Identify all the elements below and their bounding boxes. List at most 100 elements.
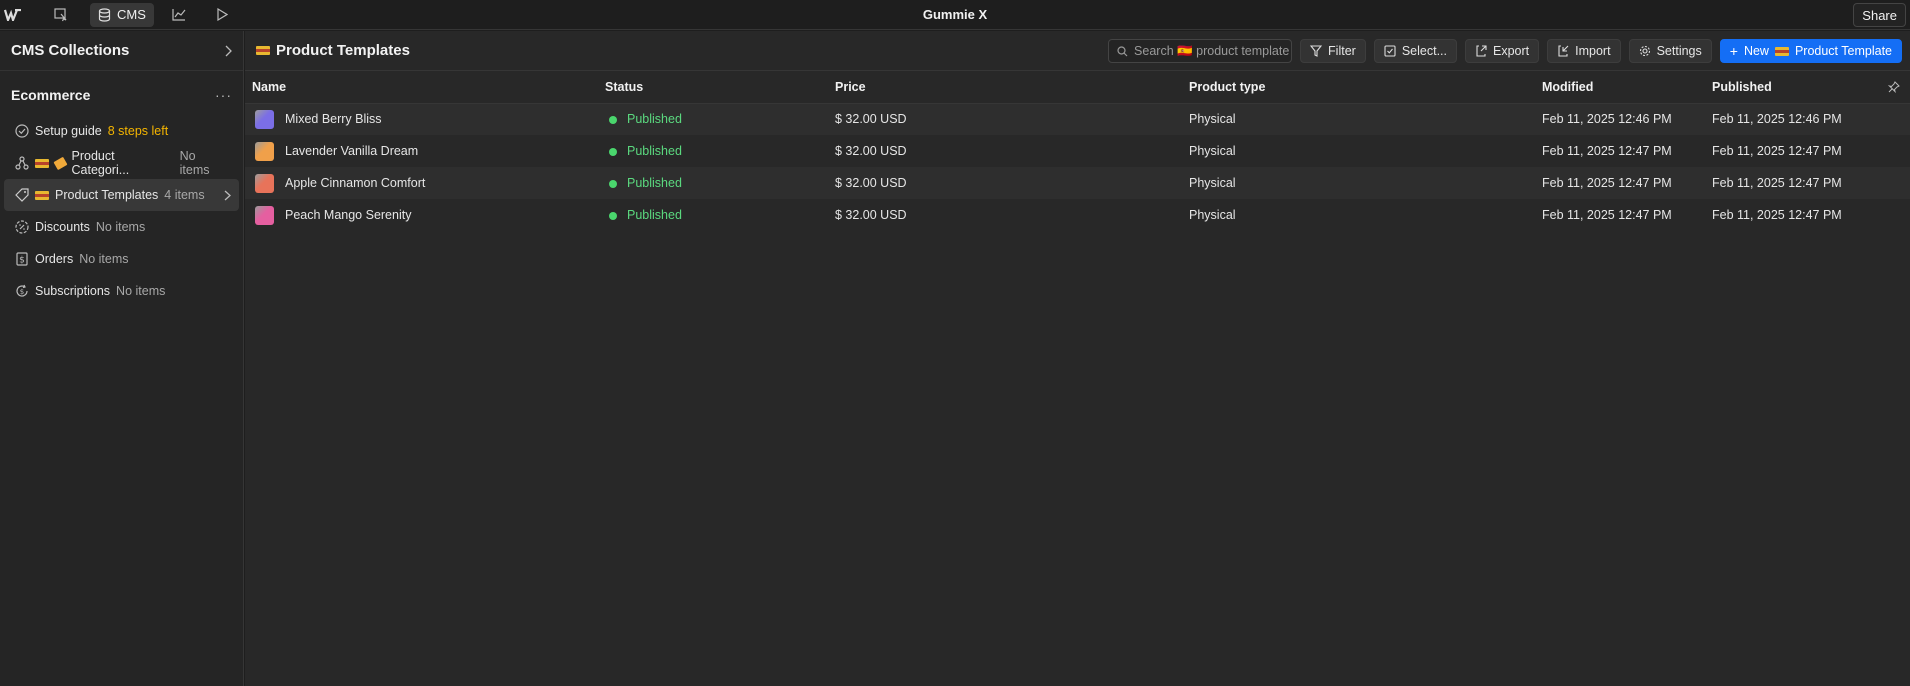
product-thumbnail (255, 205, 274, 225)
flag-emoji-icon (1774, 46, 1789, 56)
column-header-modified[interactable]: Modified (1535, 71, 1705, 104)
tag-icon (15, 188, 29, 202)
cms-collections-header[interactable]: CMS Collections (0, 31, 243, 71)
sidebar-item-label: Discounts (35, 220, 90, 234)
sidebar-item-label: Orders (35, 252, 74, 266)
cms-tab[interactable]: CMS (90, 2, 154, 27)
item-count: No items (95, 220, 146, 234)
import-label: Import (1575, 44, 1611, 58)
product-thumbnail (255, 173, 274, 193)
cell-product-type: Physical (1182, 199, 1535, 231)
cell-status: Published (598, 199, 828, 231)
search-placeholder: Search 🇪🇸 product template (1134, 43, 1290, 58)
sidebar-item-discounts[interactable]: Discounts No items (4, 211, 239, 243)
import-icon (1557, 45, 1569, 57)
new-product-template-button[interactable]: + New Product Template (1719, 39, 1902, 63)
plus-icon: + (1729, 43, 1738, 59)
cell-price: $ 32.00 USD (828, 199, 1182, 231)
table-row[interactable]: Apple Cinnamon Comfort Published $ 32.00 U… (245, 167, 1910, 199)
cell-product-type: Physical (1182, 167, 1535, 199)
status-badge: Published (627, 144, 682, 158)
flag-emoji-icon (35, 190, 49, 200)
column-header-price[interactable]: Price (828, 71, 1182, 104)
svg-text:$: $ (19, 256, 25, 266)
table-row[interactable]: Mixed Berry Bliss Published $ 32.00 USD Phy… (245, 103, 1910, 135)
cms-sidebar: CMS Collections Ecommerce ··· Setup guid… (0, 31, 244, 686)
published-header-label: Published (1712, 79, 1772, 94)
analytics-button[interactable] (164, 3, 194, 27)
search-input[interactable]: Search 🇪🇸 product template (1108, 39, 1293, 63)
discount-badge-icon (15, 220, 29, 234)
pin-icon[interactable] (1888, 81, 1900, 93)
chevron-right-icon[interactable] (224, 45, 232, 57)
sidebar-item-orders[interactable]: $ Orders No items (4, 243, 239, 275)
project-title: Gummie X (922, 7, 988, 22)
cell-status: Published (598, 103, 828, 135)
column-header-product-type[interactable]: Product type (1182, 71, 1535, 104)
item-count: 4 items (164, 188, 205, 202)
cell-modified: Feb 11, 2025 12:46 PM (1535, 103, 1705, 135)
cell-name[interactable]: Lavender Vanilla Dream (245, 135, 598, 167)
cell-status: Published (598, 167, 828, 199)
designer-cursor-icon (54, 7, 68, 22)
designer-button[interactable] (46, 3, 76, 27)
export-icon (1475, 45, 1487, 57)
item-count: No items (116, 284, 166, 298)
analytics-chart-icon (172, 8, 186, 21)
collection-header: Product Templates Search 🇪🇸 product temp… (245, 31, 1910, 71)
status-dot-icon (609, 211, 617, 220)
sidebar-item-product-categories[interactable]: Product Categori... No items (4, 147, 239, 179)
sidebar-item-setup-guide[interactable]: Setup guide 8 steps left (4, 115, 239, 147)
product-name: Lavender Vanilla Dream (285, 143, 419, 158)
item-count: No items (79, 252, 129, 266)
sidebar-item-label: Setup guide (35, 124, 102, 138)
column-header-published[interactable]: Published (1705, 71, 1910, 104)
filter-button[interactable]: Filter (1300, 39, 1366, 63)
table-row[interactable]: Lavender Vanilla Dream Published $ 32.00 U… (245, 135, 1910, 167)
more-options-icon[interactable]: ··· (215, 87, 232, 103)
items-table: Name Status Price Product type Modified … (245, 71, 1910, 231)
cell-name[interactable]: Mixed Berry Bliss (245, 103, 598, 135)
status-dot-icon (609, 147, 617, 156)
table-header-row: Name Status Price Product type Modified … (245, 71, 1910, 104)
sidebar-item-label: Subscriptions (35, 284, 111, 298)
sidebar-title: CMS Collections (11, 42, 130, 59)
cell-product-type: Physical (1182, 135, 1535, 167)
cell-status: Published (598, 135, 828, 167)
settings-button[interactable]: Settings (1628, 39, 1712, 63)
label-emoji-icon (53, 156, 68, 170)
cell-published: Feb 11, 2025 12:46 PM (1705, 103, 1910, 135)
checkbox-icon (1384, 45, 1396, 57)
sidebar-item-product-templates[interactable]: Product Templates 4 items (4, 179, 239, 211)
cell-name[interactable]: Peach Mango Serenity (245, 199, 598, 231)
cell-price: $ 32.00 USD (828, 103, 1182, 135)
filter-label: Filter (1328, 44, 1356, 58)
cell-published: Feb 11, 2025 12:47 PM (1705, 135, 1910, 167)
svg-text:$: $ (20, 288, 24, 296)
select-button[interactable]: Select... (1373, 39, 1457, 63)
sidebar-item-label: Product Templates (55, 188, 159, 202)
cell-name[interactable]: Apple Cinnamon Comfort (245, 167, 598, 199)
cell-product-type: Physical (1182, 103, 1535, 135)
status-dot-icon (609, 179, 617, 188)
share-button[interactable]: Share (1853, 3, 1906, 27)
chevron-right-icon[interactable] (224, 190, 231, 201)
preview-button[interactable] (208, 3, 236, 27)
import-button[interactable]: Import (1547, 39, 1621, 63)
sidebar-item-subscriptions[interactable]: $ Subscriptions No items (4, 275, 239, 307)
cell-published: Feb 11, 2025 12:47 PM (1705, 199, 1910, 231)
receipt-icon: $ (15, 252, 29, 266)
column-header-name[interactable]: Name (245, 71, 598, 104)
flag-emoji-icon (35, 158, 49, 168)
webflow-logo-icon[interactable] (0, 2, 26, 28)
collection-toolbar: Search 🇪🇸 product template Filter Select… (1108, 39, 1902, 63)
cell-modified: Feb 11, 2025 12:47 PM (1535, 135, 1705, 167)
status-badge: Published (627, 112, 682, 127)
cell-price: $ 32.00 USD (828, 167, 1182, 199)
product-name: Apple Cinnamon Comfort (285, 175, 426, 190)
new-collection-label: Product Template (1794, 44, 1892, 58)
export-button[interactable]: Export (1465, 39, 1540, 63)
table-row[interactable]: Peach Mango Serenity Published $ 32.00 USD… (245, 199, 1910, 231)
column-header-status[interactable]: Status (598, 71, 828, 104)
cell-price: $ 32.00 USD (828, 135, 1182, 167)
